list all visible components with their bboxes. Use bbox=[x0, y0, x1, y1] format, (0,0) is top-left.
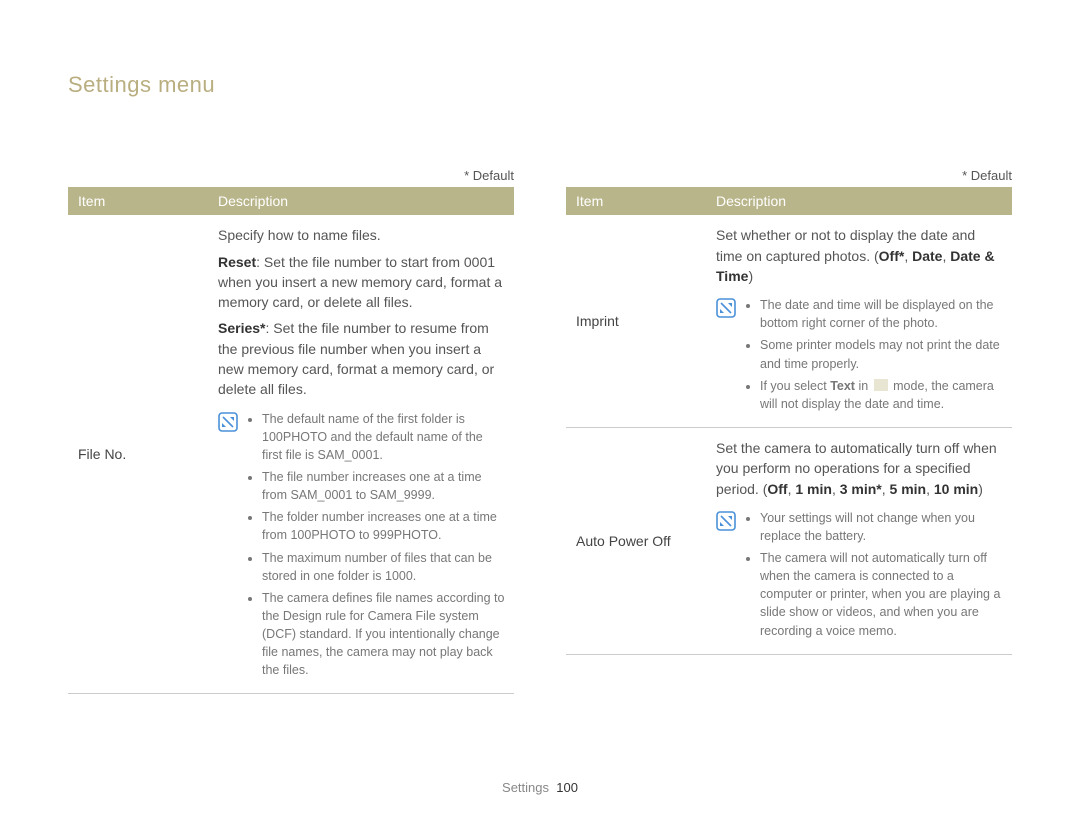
footer-page-number: 100 bbox=[556, 780, 578, 795]
settings-table-left: Item Description File No. Specify how to… bbox=[68, 187, 514, 694]
footer-section: Settings bbox=[502, 780, 549, 795]
series-label: Series* bbox=[218, 320, 265, 336]
reset-text: : Set the file number to start from 0001… bbox=[218, 254, 502, 311]
auto-power-off-label: Auto Power Off bbox=[566, 427, 706, 654]
table-row: Imprint Set whether or not to display th… bbox=[566, 215, 1012, 427]
file-no-description: Specify how to name files. Reset: Set th… bbox=[208, 215, 514, 694]
note3-mid: in bbox=[855, 379, 872, 393]
imprint-date: Date bbox=[912, 248, 942, 264]
right-column: * Default Item Description Imprint Set w… bbox=[566, 168, 1012, 694]
table-header-row: Item Description bbox=[68, 187, 514, 215]
header-description: Description bbox=[208, 187, 514, 215]
table-row: File No. Specify how to name files. Rese… bbox=[68, 215, 514, 694]
apo-intro: Set the camera to automatically turn off… bbox=[716, 438, 1004, 499]
file-no-intro: Specify how to name files. bbox=[218, 225, 506, 245]
page-title: Settings menu bbox=[68, 72, 1012, 98]
imprint-description: Set whether or not to display the date a… bbox=[706, 215, 1012, 427]
file-no-reset: Reset: Set the file number to start from… bbox=[218, 252, 506, 313]
reset-label: Reset bbox=[218, 254, 256, 270]
apo-note-list: Your settings will not change when you r… bbox=[760, 509, 1004, 644]
file-no-note-list: The default name of the first folder is … bbox=[262, 410, 506, 684]
file-no-label: File No. bbox=[68, 215, 208, 694]
note3-pre: If you select bbox=[760, 379, 830, 393]
header-description: Description bbox=[706, 187, 1012, 215]
sep: , bbox=[882, 481, 890, 497]
content-columns: * Default Item Description File No. Spec… bbox=[68, 168, 1012, 694]
header-item: Item bbox=[566, 187, 706, 215]
note-icon bbox=[716, 298, 736, 318]
settings-table-right: Item Description Imprint Set whether or … bbox=[566, 187, 1012, 655]
apo-off: Off bbox=[767, 481, 787, 497]
sep: , bbox=[926, 481, 934, 497]
default-note-left: * Default bbox=[68, 168, 514, 183]
default-note-right: * Default bbox=[566, 168, 1012, 183]
sep: , bbox=[832, 481, 840, 497]
imprint-note-list: The date and time will be displayed on t… bbox=[760, 296, 1004, 417]
imprint-notes: The date and time will be displayed on t… bbox=[716, 296, 1004, 417]
table-row: Auto Power Off Set the camera to automat… bbox=[566, 427, 1012, 654]
imprint-intro: Set whether or not to display the date a… bbox=[716, 225, 1004, 286]
list-item: The camera defines file names according … bbox=[262, 589, 506, 680]
list-item: The folder number increases one at a tim… bbox=[262, 508, 506, 544]
list-item: The maximum number of files that can be … bbox=[262, 549, 506, 585]
left-column: * Default Item Description File No. Spec… bbox=[68, 168, 514, 694]
apo-10min: 10 min bbox=[934, 481, 978, 497]
imprint-intro-post: ) bbox=[748, 268, 753, 284]
apo-1min: 1 min bbox=[795, 481, 832, 497]
table-header-row: Item Description bbox=[566, 187, 1012, 215]
apo-notes: Your settings will not change when you r… bbox=[716, 509, 1004, 644]
list-item: The date and time will be displayed on t… bbox=[760, 296, 1004, 332]
list-item: Your settings will not change when you r… bbox=[760, 509, 1004, 545]
note-icon bbox=[716, 511, 736, 531]
apo-intro-post: ) bbox=[978, 481, 983, 497]
list-item: The camera will not automatically turn o… bbox=[760, 549, 1004, 640]
header-item: Item bbox=[68, 187, 208, 215]
apo-5min: 5 min bbox=[890, 481, 927, 497]
list-item: If you select Text in mode, the camera w… bbox=[760, 377, 1004, 413]
file-no-series: Series*: Set the file number to resume f… bbox=[218, 318, 506, 399]
mode-icon bbox=[874, 379, 888, 391]
note-icon bbox=[218, 412, 238, 432]
footer: Settings 100 bbox=[0, 780, 1080, 795]
page: Settings menu * Default Item Description… bbox=[0, 0, 1080, 815]
imprint-off: Off* bbox=[879, 248, 905, 264]
list-item: The default name of the first folder is … bbox=[262, 410, 506, 464]
file-no-notes: The default name of the first folder is … bbox=[218, 410, 506, 684]
list-item: Some printer models may not print the da… bbox=[760, 336, 1004, 372]
imprint-label: Imprint bbox=[566, 215, 706, 427]
auto-power-off-description: Set the camera to automatically turn off… bbox=[706, 427, 1012, 654]
sep: , bbox=[904, 248, 912, 264]
list-item: The file number increases one at a time … bbox=[262, 468, 506, 504]
note3-bold: Text bbox=[830, 379, 855, 393]
apo-3min: 3 min* bbox=[840, 481, 882, 497]
